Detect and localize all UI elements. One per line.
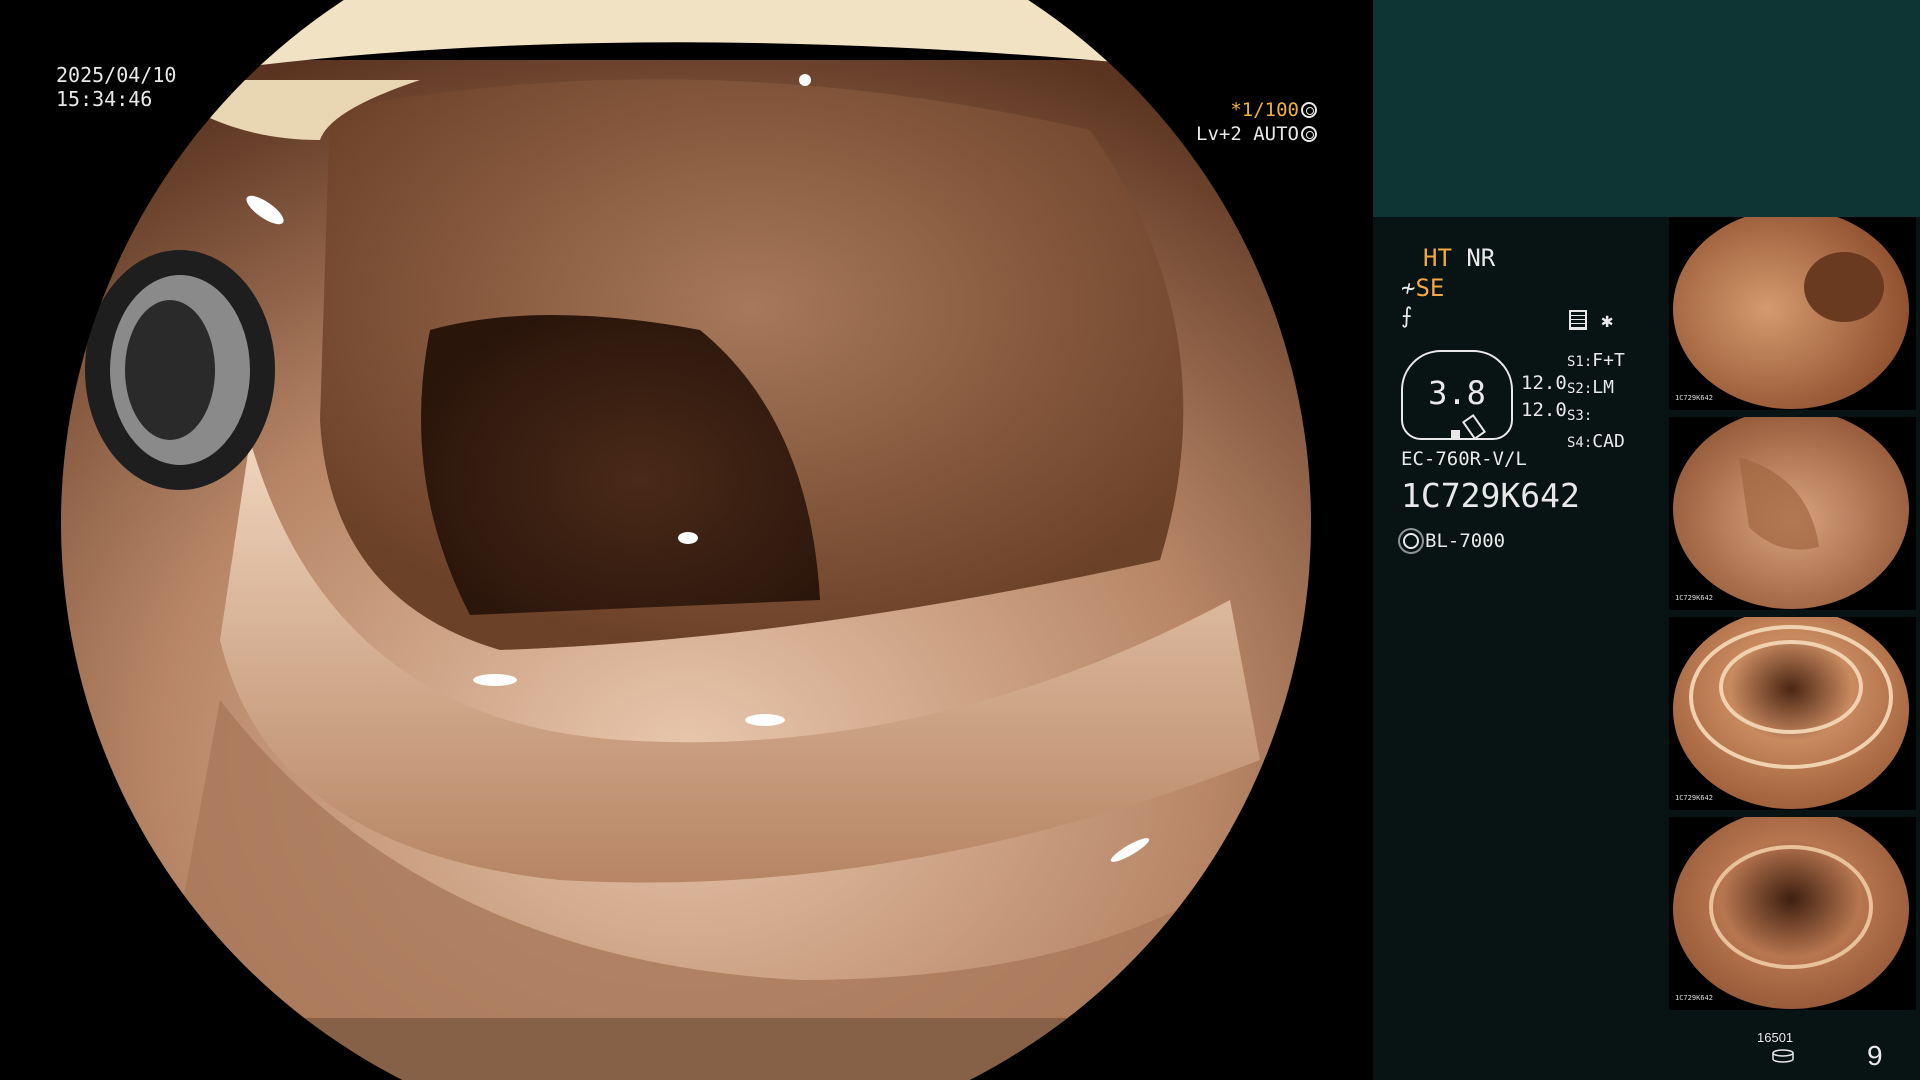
enhance-curve-icon: ≁ bbox=[1401, 274, 1416, 302]
thumbnail-image bbox=[1673, 417, 1909, 609]
scope-serial-label: 1C729K642 bbox=[1401, 476, 1580, 515]
date-time-readout: 2025/04/10 15:34:46 bbox=[56, 63, 176, 111]
captured-thumbnail[interactable]: 1C729K642 bbox=[1669, 617, 1916, 810]
thumbnail-caption: 1C729K642 bbox=[1675, 994, 1713, 1002]
auto-mode-icon bbox=[1301, 126, 1317, 142]
settings-list-icon bbox=[1569, 310, 1587, 330]
captured-thumbnail[interactable]: 1C729K642 bbox=[1669, 417, 1916, 610]
scene-s1: S1:F+T bbox=[1567, 350, 1625, 371]
shutter-speed-label: *1/100 bbox=[1230, 99, 1299, 121]
endoscope-live-view: 2025/04/10 15:34:46 *1/100 Lv+2 AUTO bbox=[0, 0, 1373, 1080]
menu-icons: ✱ bbox=[1569, 308, 1613, 332]
zoom-value-b: 12.0 bbox=[1521, 399, 1567, 421]
image-count-label: 16501 bbox=[1757, 1030, 1794, 1045]
light-source-row: BL-7000 bbox=[1401, 530, 1505, 552]
nr-mode-label: NR bbox=[1466, 244, 1496, 272]
exposure-readout: *1/100 Lv+2 AUTO bbox=[1196, 98, 1317, 146]
date-label: 2025/04/10 bbox=[56, 63, 177, 87]
color-enhance-icon: ⨍ bbox=[1401, 304, 1413, 329]
scope-model-label: EC-760R-V/L bbox=[1401, 448, 1527, 470]
thumbnail-image bbox=[1673, 217, 1909, 409]
scene-s4: S4:CAD bbox=[1567, 431, 1625, 452]
zoom-indicator: 3.8 bbox=[1401, 350, 1513, 441]
thumbnail-image bbox=[1673, 617, 1909, 809]
scene-settings-list: S1:F+T S2:LM S3: S4:CAD bbox=[1567, 348, 1625, 456]
zoom-mark-icon bbox=[1451, 430, 1460, 438]
ht-mode-label: HT bbox=[1423, 244, 1452, 272]
brightness-level-label: Lv+2 AUTO bbox=[1196, 123, 1299, 145]
page-number: 9 bbox=[1867, 1040, 1883, 1071]
side-panel: HT NR ≁SE ⨍ ✱ 3.8 12.0 12.0 S1:F+T S2:LM… bbox=[1373, 0, 1920, 1080]
se-mode-label: SE bbox=[1415, 274, 1445, 302]
colon-lumen-image bbox=[61, 0, 1311, 1080]
structure-enhance-row: ≁SE bbox=[1401, 274, 1444, 302]
thumbnail-caption: 1C729K642 bbox=[1675, 794, 1713, 802]
storage-icon bbox=[1772, 1049, 1794, 1063]
captured-thumbnail[interactable]: 1C729K642 bbox=[1669, 817, 1916, 1010]
iris-icon bbox=[1301, 102, 1317, 118]
thumbnail-caption: 1C729K642 bbox=[1675, 394, 1713, 402]
zoom-value: 3.8 bbox=[1428, 374, 1486, 412]
scene-s2: S2:LM bbox=[1567, 377, 1614, 398]
light-source-icon bbox=[1403, 533, 1419, 549]
mode-indicators: HT NR bbox=[1423, 244, 1495, 272]
thumbnail-caption: 1C729K642 bbox=[1675, 594, 1713, 602]
thumbnail-image bbox=[1673, 817, 1909, 1009]
time-label: 15:34:46 bbox=[56, 87, 153, 111]
panel-header-block bbox=[1373, 0, 1920, 217]
zoom-range: 12.0 12.0 bbox=[1521, 370, 1567, 424]
light-source-label: BL-7000 bbox=[1425, 530, 1506, 552]
asterisk-icon: ✱ bbox=[1601, 308, 1614, 332]
captured-thumbnail[interactable]: 1C729K642 bbox=[1669, 217, 1916, 410]
zoom-value-a: 12.0 bbox=[1521, 372, 1567, 394]
zoom-pencil-icon bbox=[1461, 413, 1487, 441]
scene-s3: S3: bbox=[1567, 408, 1593, 424]
